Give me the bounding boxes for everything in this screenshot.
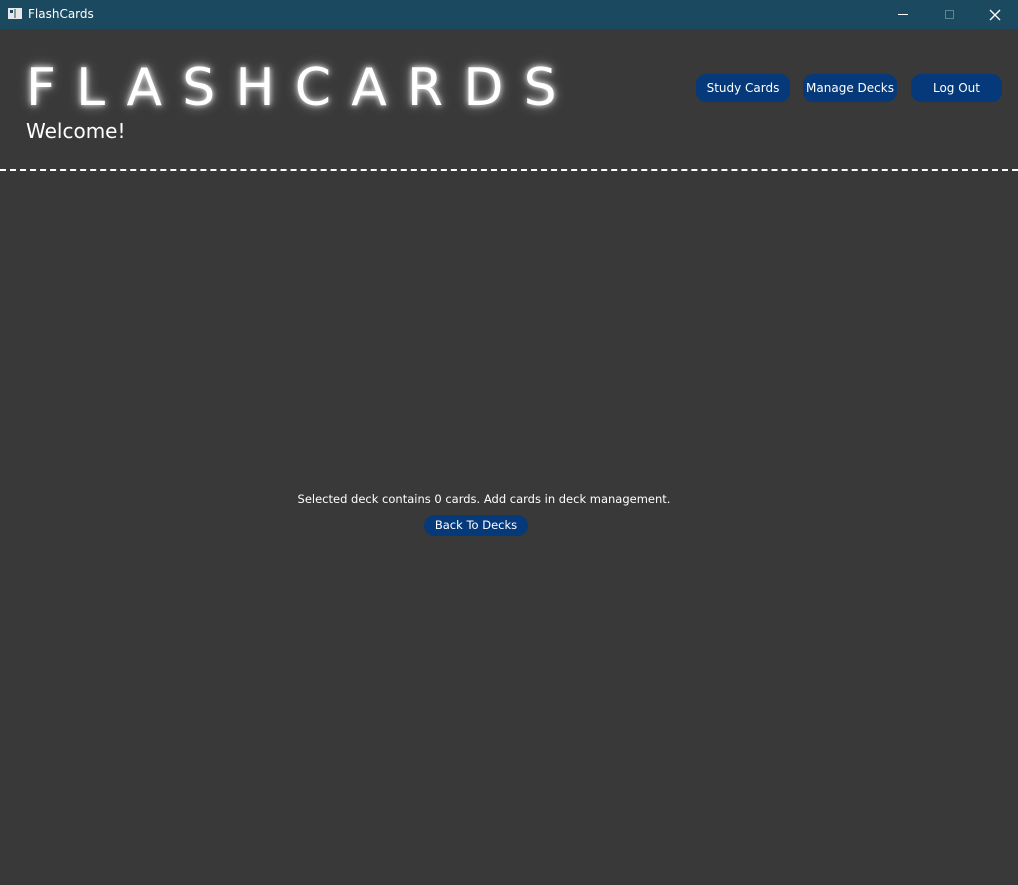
welcome-text: Welcome! [26, 119, 126, 143]
header-divider [0, 169, 1018, 171]
log-out-button[interactable]: Log Out [911, 74, 1002, 102]
manage-decks-button[interactable]: Manage Decks [803, 74, 897, 102]
maximize-icon [944, 10, 954, 19]
title-bar[interactable]: FlashCards [0, 0, 1018, 29]
minimize-icon [898, 14, 908, 15]
close-icon [989, 9, 1001, 20]
study-cards-button[interactable]: Study Cards [696, 74, 790, 102]
app-icon [8, 8, 22, 19]
app-logo: FLASHCARDS [26, 58, 577, 118]
maximize-button[interactable] [926, 0, 972, 29]
close-button[interactable] [972, 0, 1018, 29]
app-window: FlashCards FLASHCARDS Welcome! Study Car… [0, 0, 1018, 885]
minimize-button[interactable] [880, 0, 926, 29]
window-title: FlashCards [28, 7, 94, 21]
empty-deck-message: Selected deck contains 0 cards. Add card… [297, 492, 671, 506]
back-to-decks-button[interactable]: Back To Decks [424, 515, 528, 536]
